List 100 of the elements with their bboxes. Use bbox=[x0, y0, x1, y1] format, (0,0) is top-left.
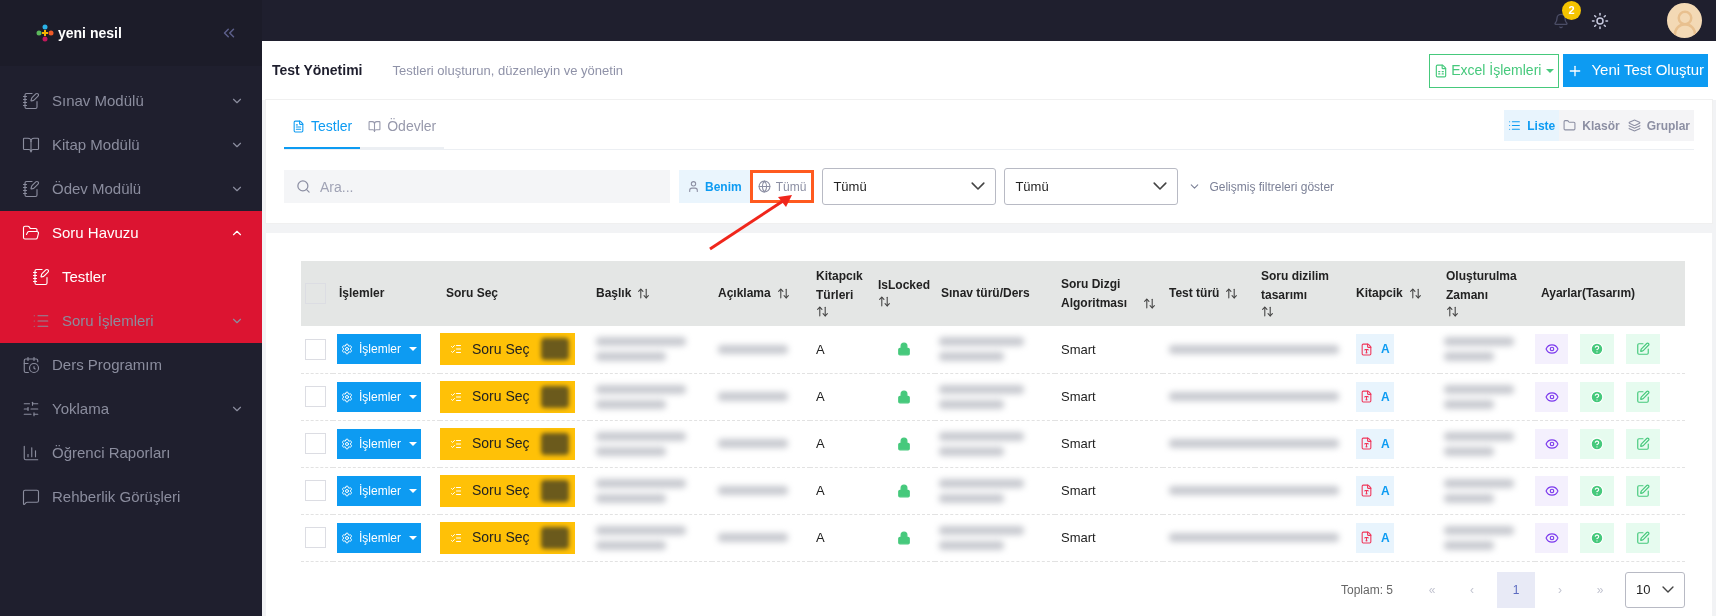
select-questions-button[interactable]: Soru Seç bbox=[440, 474, 575, 507]
bell-icon[interactable] bbox=[1553, 12, 1569, 29]
column-header: Kitapcik bbox=[1356, 285, 1403, 302]
select-questions-button[interactable]: Soru Seç bbox=[440, 521, 575, 554]
filter-select[interactable]: Tümü bbox=[1004, 168, 1179, 205]
select-questions-button[interactable]: Soru Seç bbox=[440, 380, 575, 413]
row-checkbox[interactable] bbox=[305, 480, 326, 501]
question-icon bbox=[1590, 436, 1604, 451]
first-page-button[interactable]: « bbox=[1417, 580, 1447, 599]
create-button[interactable]: Yeni Test Oluştur bbox=[1563, 54, 1708, 87]
sidebar-item[interactable]: Ders Programım bbox=[0, 343, 262, 387]
view-mode-button[interactable]: Liste bbox=[1504, 110, 1560, 141]
actions-dropdown-button[interactable]: İşlemler bbox=[337, 475, 421, 506]
advanced-filters-link[interactable]: Gelişmiş filtreleri göster bbox=[1188, 177, 1335, 196]
last-page-button[interactable]: » bbox=[1585, 580, 1615, 599]
tab[interactable]: Ödevler bbox=[360, 106, 445, 149]
sort-icon[interactable] bbox=[1408, 287, 1422, 300]
booklet-badge[interactable]: A bbox=[1356, 475, 1394, 506]
booklet-badge[interactable]: A bbox=[1356, 428, 1394, 459]
table-cell: A bbox=[810, 326, 872, 373]
row-checkbox[interactable] bbox=[305, 527, 326, 548]
column-header: Soru Dizgi Algoritması bbox=[1061, 275, 1128, 312]
column-header: Açıklama bbox=[718, 285, 771, 302]
sort-icon[interactable] bbox=[1225, 287, 1239, 300]
select-questions-button[interactable]: Soru Seç bbox=[440, 333, 575, 366]
select-value: 10 bbox=[1636, 580, 1651, 599]
booklet-badge[interactable]: A bbox=[1356, 381, 1394, 412]
view-mode-button[interactable]: Klasör bbox=[1559, 110, 1624, 141]
page-button[interactable]: 1 bbox=[1497, 571, 1535, 608]
sort-icon[interactable] bbox=[776, 287, 790, 300]
caret-icon bbox=[1546, 68, 1555, 73]
sort-icon[interactable] bbox=[1261, 304, 1274, 318]
book-icon bbox=[368, 120, 382, 133]
sidebar-item[interactable]: Rehberlik Görüşleri bbox=[0, 475, 262, 519]
gear-icon bbox=[341, 390, 353, 403]
actions-dropdown-button[interactable]: İşlemler bbox=[337, 381, 421, 412]
table-cell: Smart bbox=[1055, 467, 1163, 514]
next-page-button[interactable]: › bbox=[1545, 580, 1575, 599]
row-checkbox[interactable] bbox=[305, 338, 326, 360]
search-field[interactable]: Ara... bbox=[284, 170, 670, 203]
column-header: Başlık bbox=[596, 285, 632, 302]
sort-icon[interactable] bbox=[816, 304, 829, 318]
view-button[interactable] bbox=[1535, 522, 1568, 553]
logo-text: yeni nesil bbox=[58, 23, 123, 43]
booklet-badge[interactable]: A bbox=[1356, 522, 1394, 553]
notepad-icon bbox=[22, 92, 40, 110]
edit-icon bbox=[1636, 342, 1650, 357]
gear-icon bbox=[341, 343, 353, 356]
row-checkbox[interactable] bbox=[305, 433, 326, 454]
sidebar-item[interactable]: Sınav Modülü bbox=[0, 79, 262, 123]
sort-icon[interactable] bbox=[878, 295, 891, 308]
question-icon bbox=[1590, 530, 1604, 545]
sidebar-item[interactable]: Testler bbox=[0, 255, 262, 299]
eye-icon bbox=[1544, 342, 1559, 357]
edit-icon bbox=[1636, 436, 1650, 451]
select-questions-button[interactable]: Soru Seç bbox=[440, 427, 575, 460]
page-size-select[interactable]: 10 bbox=[1625, 571, 1685, 608]
actions-dropdown-button[interactable]: İşlemler bbox=[337, 428, 421, 459]
previous-page-button[interactable]: ‹ bbox=[1457, 580, 1487, 599]
search-icon bbox=[296, 179, 311, 194]
avatar[interactable] bbox=[1667, 3, 1702, 38]
eye-icon bbox=[1544, 483, 1559, 498]
column-header: İşlemler bbox=[339, 285, 385, 302]
view-button[interactable] bbox=[1535, 428, 1568, 459]
view-button[interactable] bbox=[1535, 475, 1568, 506]
redacted-badge bbox=[541, 526, 569, 549]
view-mode-button[interactable]: Gruplar bbox=[1623, 110, 1694, 141]
row-checkbox[interactable] bbox=[305, 386, 326, 407]
sun-icon[interactable] bbox=[1591, 11, 1609, 30]
tab[interactable]: Testler bbox=[284, 106, 361, 149]
actions-dropdown-button[interactable]: İşlemler bbox=[337, 522, 421, 553]
caret-icon bbox=[409, 535, 417, 540]
sort-icon[interactable] bbox=[1143, 296, 1156, 310]
actions-dropdown-button[interactable]: İşlemler bbox=[337, 334, 421, 365]
scope-toggle[interactable]: Tümü bbox=[749, 170, 815, 203]
sidebar-item[interactable]: Soru Havuzu bbox=[0, 211, 262, 255]
user-icon bbox=[687, 180, 700, 193]
sidebar-item[interactable]: Yoklama bbox=[0, 387, 262, 431]
caret-icon bbox=[409, 488, 417, 493]
redacted-badge bbox=[541, 338, 569, 361]
edit-icon bbox=[1636, 530, 1650, 545]
sidebar-item[interactable]: Ödev Modülü bbox=[0, 167, 262, 211]
select-value: Tümü bbox=[833, 177, 867, 196]
filter-select[interactable]: Tümü bbox=[822, 168, 997, 205]
booklet-badge[interactable]: A bbox=[1356, 334, 1394, 365]
sidebar-item[interactable]: Soru İşlemleri bbox=[0, 299, 262, 343]
view-button[interactable] bbox=[1535, 381, 1568, 412]
table-cell: A bbox=[810, 420, 872, 467]
checklist-icon bbox=[450, 390, 462, 403]
table-cell: A bbox=[810, 373, 872, 420]
excel-button[interactable]: Excel İşlemleri bbox=[1429, 53, 1560, 88]
column-header: IsLocked bbox=[878, 277, 931, 294]
scope-toggle[interactable]: Benim bbox=[679, 170, 750, 203]
sidebar-item[interactable]: Öğrenci Raporları bbox=[0, 431, 262, 475]
sort-icon[interactable] bbox=[637, 287, 651, 300]
view-button[interactable] bbox=[1535, 334, 1568, 365]
sidebar-item[interactable]: Kitap Modülü bbox=[0, 123, 262, 167]
sort-icon[interactable] bbox=[1446, 304, 1459, 318]
document-icon bbox=[292, 120, 305, 133]
table-cell: A bbox=[810, 467, 872, 514]
